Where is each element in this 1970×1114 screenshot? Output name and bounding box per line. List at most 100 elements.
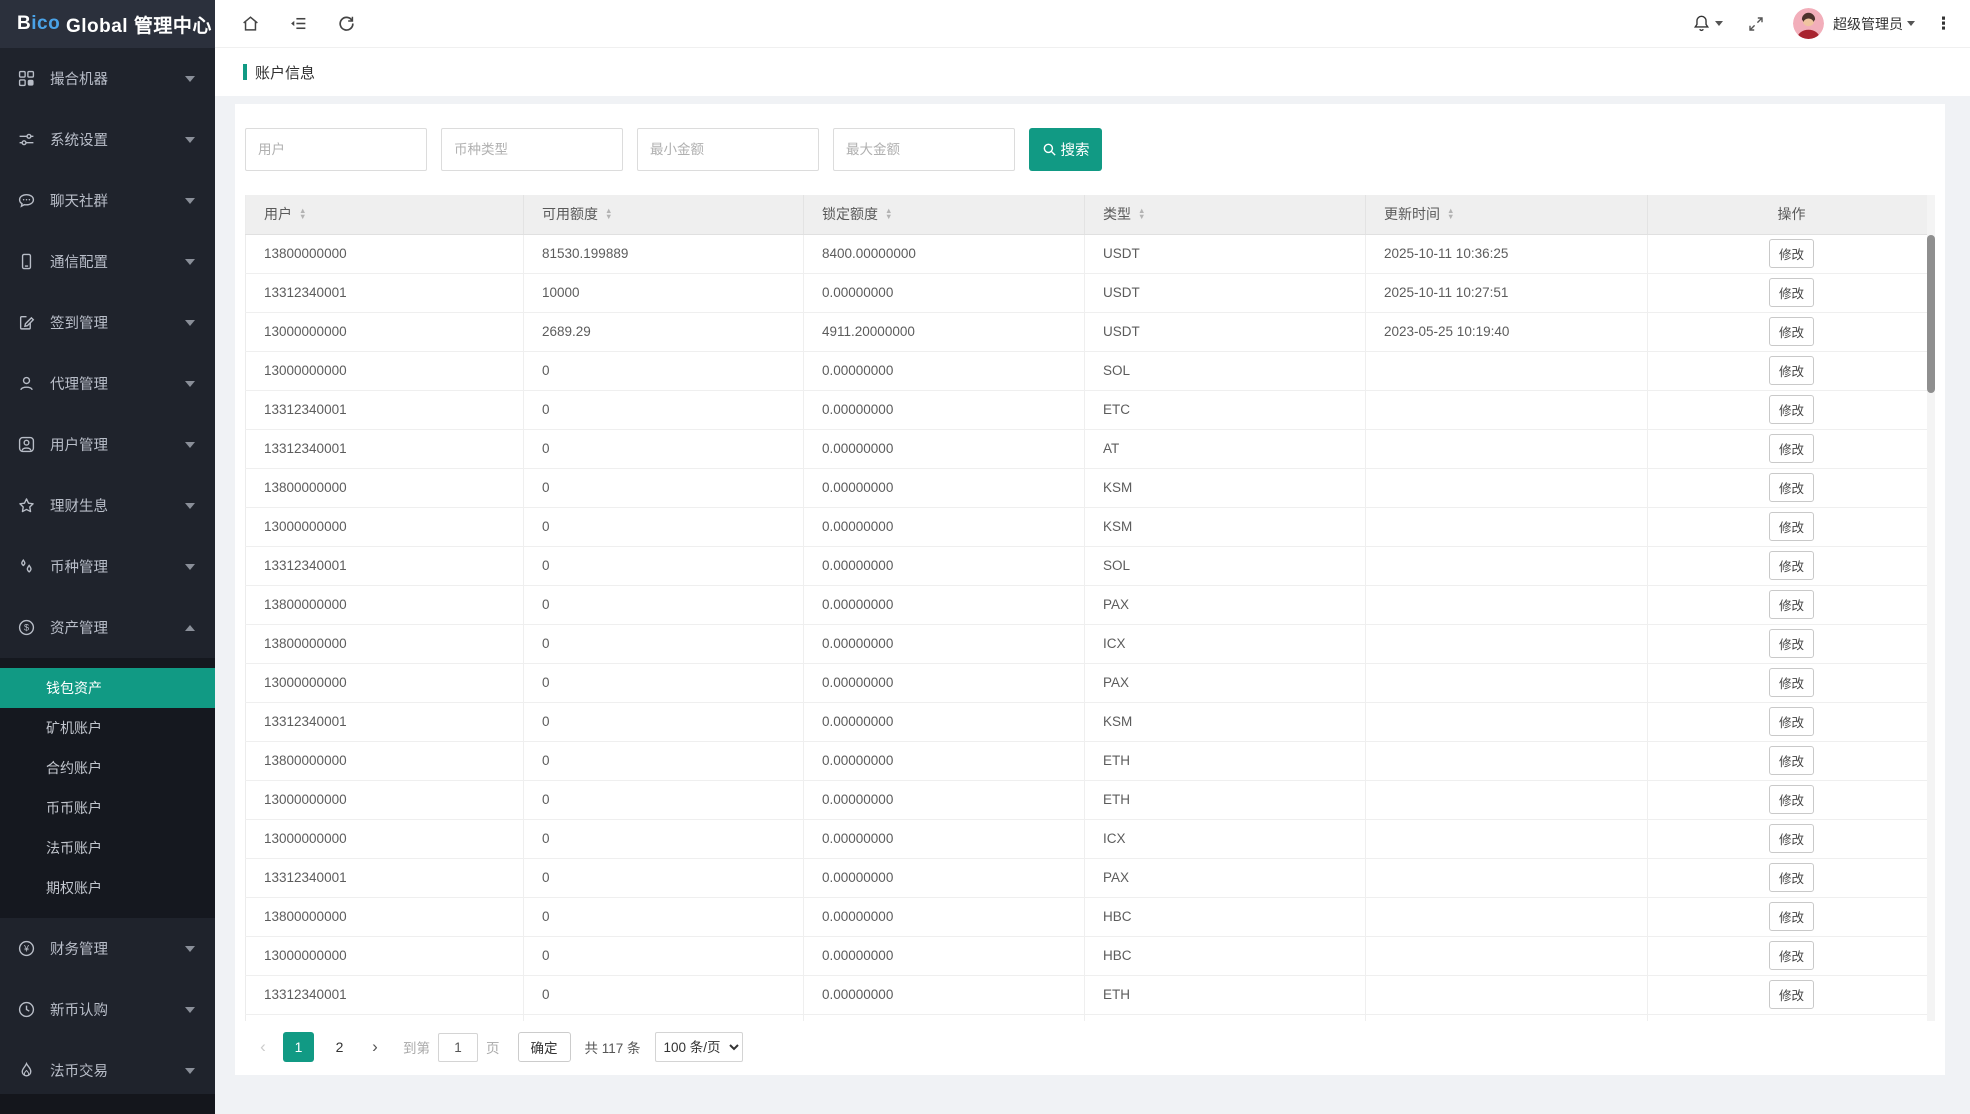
column-header-3[interactable]: 类型▲▼ xyxy=(1085,195,1366,234)
edit-button[interactable]: 修改 xyxy=(1769,512,1814,541)
edit-button[interactable]: 修改 xyxy=(1769,941,1814,970)
edit-button[interactable]: 修改 xyxy=(1769,434,1814,463)
confirm-button[interactable]: 确定 xyxy=(518,1032,571,1062)
table-row: 1331234000100.00000000ETC修改 xyxy=(246,390,1936,429)
sidebar-subitem-spot[interactable]: 币币账户 xyxy=(0,788,215,828)
coin-type-filter-input[interactable] xyxy=(441,128,623,171)
prev-page-button[interactable]: ‹ xyxy=(253,1037,273,1057)
page-size-select[interactable]: 100 条/页 xyxy=(655,1032,743,1062)
sort-icon[interactable]: ▲▼ xyxy=(605,208,612,220)
cell-type: KSM xyxy=(1085,468,1366,507)
sort-icon[interactable]: ▲▼ xyxy=(885,208,892,220)
sidebar-subitem-contract[interactable]: 合约账户 xyxy=(0,748,215,788)
cell-updated xyxy=(1366,741,1648,780)
sort-icon[interactable]: ▲▼ xyxy=(1138,208,1145,220)
edit-button[interactable]: 修改 xyxy=(1769,551,1814,580)
cell-type: ETC xyxy=(1085,390,1366,429)
avatar[interactable] xyxy=(1793,8,1824,39)
sidebar-subitem-wallet[interactable]: 钱包资产 xyxy=(0,668,215,708)
cell-locked: 0.00000000 xyxy=(804,624,1085,663)
cell-user: 13000000000 xyxy=(246,351,524,390)
next-page-button[interactable]: › xyxy=(365,1037,385,1057)
user-menu[interactable]: 超级管理员 xyxy=(1833,14,1915,34)
cell-available: 0 xyxy=(524,897,804,936)
sidebar-item-treasury[interactable]: ¥财务管理 xyxy=(0,918,215,979)
column-header-1[interactable]: 可用额度▲▼ xyxy=(524,195,804,234)
edit-button[interactable]: 修改 xyxy=(1769,824,1814,853)
cell-user: 13800000000 xyxy=(246,468,524,507)
sidebar-item-assets[interactable]: $资产管理 xyxy=(0,597,215,658)
cell-actions: 修改 xyxy=(1648,819,1936,858)
edit-button[interactable]: 修改 xyxy=(1769,278,1814,307)
sidebar-item-finance[interactable]: 理财生息 xyxy=(0,475,215,536)
edit-button[interactable]: 修改 xyxy=(1769,473,1814,502)
notifications-button[interactable] xyxy=(1692,14,1723,33)
refresh-icon[interactable] xyxy=(336,14,356,34)
sidebar-item-newcoin[interactable]: 新币认购 xyxy=(0,979,215,1040)
cell-locked: 0.00000000 xyxy=(804,975,1085,1014)
cell-type: KSM xyxy=(1085,702,1366,741)
cell-available: 0 xyxy=(524,546,804,585)
sidebar-item-coins[interactable]: 币种管理 xyxy=(0,536,215,597)
sidebar-subitem-miner[interactable]: 矿机账户 xyxy=(0,708,215,748)
search-button[interactable]: 搜索 xyxy=(1029,128,1102,171)
table-row: 1331234000100.00000000AT修改 xyxy=(246,429,1936,468)
collapse-menu-icon[interactable] xyxy=(288,14,308,34)
edit-button[interactable]: 修改 xyxy=(1769,239,1814,268)
cell-updated xyxy=(1366,975,1648,1014)
edit-button[interactable]: 修改 xyxy=(1769,980,1814,1009)
expand-icon xyxy=(1747,15,1765,33)
table-scrollbar-thumb[interactable] xyxy=(1927,235,1935,393)
page-button-1[interactable]: 1 xyxy=(283,1032,314,1062)
column-header-0[interactable]: 用户▲▼ xyxy=(246,195,524,234)
sort-icon[interactable]: ▲▼ xyxy=(1447,208,1454,220)
edit-button[interactable]: 修改 xyxy=(1769,395,1814,424)
min-amount-filter-input[interactable] xyxy=(637,128,819,171)
edit-button[interactable]: 修改 xyxy=(1769,356,1814,385)
edit-button[interactable]: 修改 xyxy=(1769,668,1814,697)
edit-button[interactable]: 修改 xyxy=(1769,590,1814,619)
cell-updated xyxy=(1366,585,1648,624)
content: 搜索 用户▲▼可用额度▲▼锁定额度▲▼类型▲▼更新时间▲▼操作 13800000… xyxy=(215,96,1970,1114)
user-filter-input[interactable] xyxy=(245,128,427,171)
more-vertical-icon[interactable]: ⋮ xyxy=(1935,15,1952,32)
goto-page-input[interactable] xyxy=(438,1033,478,1062)
sidebar-item-system[interactable]: 系统设置 xyxy=(0,109,215,170)
sidebar-item-chat[interactable]: 聊天社群 xyxy=(0,170,215,231)
sliders-icon xyxy=(18,131,35,148)
app-root: Bico Global 管理中心 撮合机器系统设置聊天社群通信配置签到管理代理管… xyxy=(0,0,1970,1114)
cell-available: 0 xyxy=(524,468,804,507)
cell-updated xyxy=(1366,819,1648,858)
sort-icon[interactable]: ▲▼ xyxy=(299,208,306,220)
fullscreen-button[interactable] xyxy=(1747,15,1765,33)
bell-icon xyxy=(1692,14,1711,33)
edit-button[interactable]: 修改 xyxy=(1769,746,1814,775)
page-button-2[interactable]: 2 xyxy=(324,1032,355,1062)
sidebar-item-users[interactable]: 用户管理 xyxy=(0,414,215,475)
sidebar-item-otc[interactable]: 法币交易 xyxy=(0,1040,215,1094)
edit-button[interactable]: 修改 xyxy=(1769,785,1814,814)
sidebar-item-comm[interactable]: 通信配置 xyxy=(0,231,215,292)
goto-label: 到第 xyxy=(403,1037,430,1057)
sidebar-subitem-option[interactable]: 期权账户 xyxy=(0,868,215,908)
sidebar-item-agent[interactable]: 代理管理 xyxy=(0,353,215,414)
column-header-4[interactable]: 更新时间▲▼ xyxy=(1366,195,1648,234)
cell-available: 0 xyxy=(524,624,804,663)
edit-button[interactable]: 修改 xyxy=(1769,629,1814,658)
clock-icon xyxy=(18,1001,35,1018)
chevron-down-icon xyxy=(185,1007,195,1013)
cell-updated xyxy=(1366,702,1648,741)
edit-button[interactable]: 修改 xyxy=(1769,902,1814,931)
cell-user: 13312340001 xyxy=(246,702,524,741)
max-amount-filter-input[interactable] xyxy=(833,128,1015,171)
home-icon[interactable] xyxy=(240,14,260,34)
edit-button[interactable]: 修改 xyxy=(1769,863,1814,892)
sidebar-subitem-label: 钱包资产 xyxy=(46,678,102,698)
sidebar-item-matching[interactable]: 撮合机器 xyxy=(0,48,215,109)
sidebar-subitem-fiat[interactable]: 法币账户 xyxy=(0,828,215,868)
edit-button[interactable]: 修改 xyxy=(1769,707,1814,736)
column-header-2[interactable]: 锁定额度▲▼ xyxy=(804,195,1085,234)
cell-available: 81530.199889 xyxy=(524,234,804,273)
sidebar-item-signin[interactable]: 签到管理 xyxy=(0,292,215,353)
edit-button[interactable]: 修改 xyxy=(1769,317,1814,346)
